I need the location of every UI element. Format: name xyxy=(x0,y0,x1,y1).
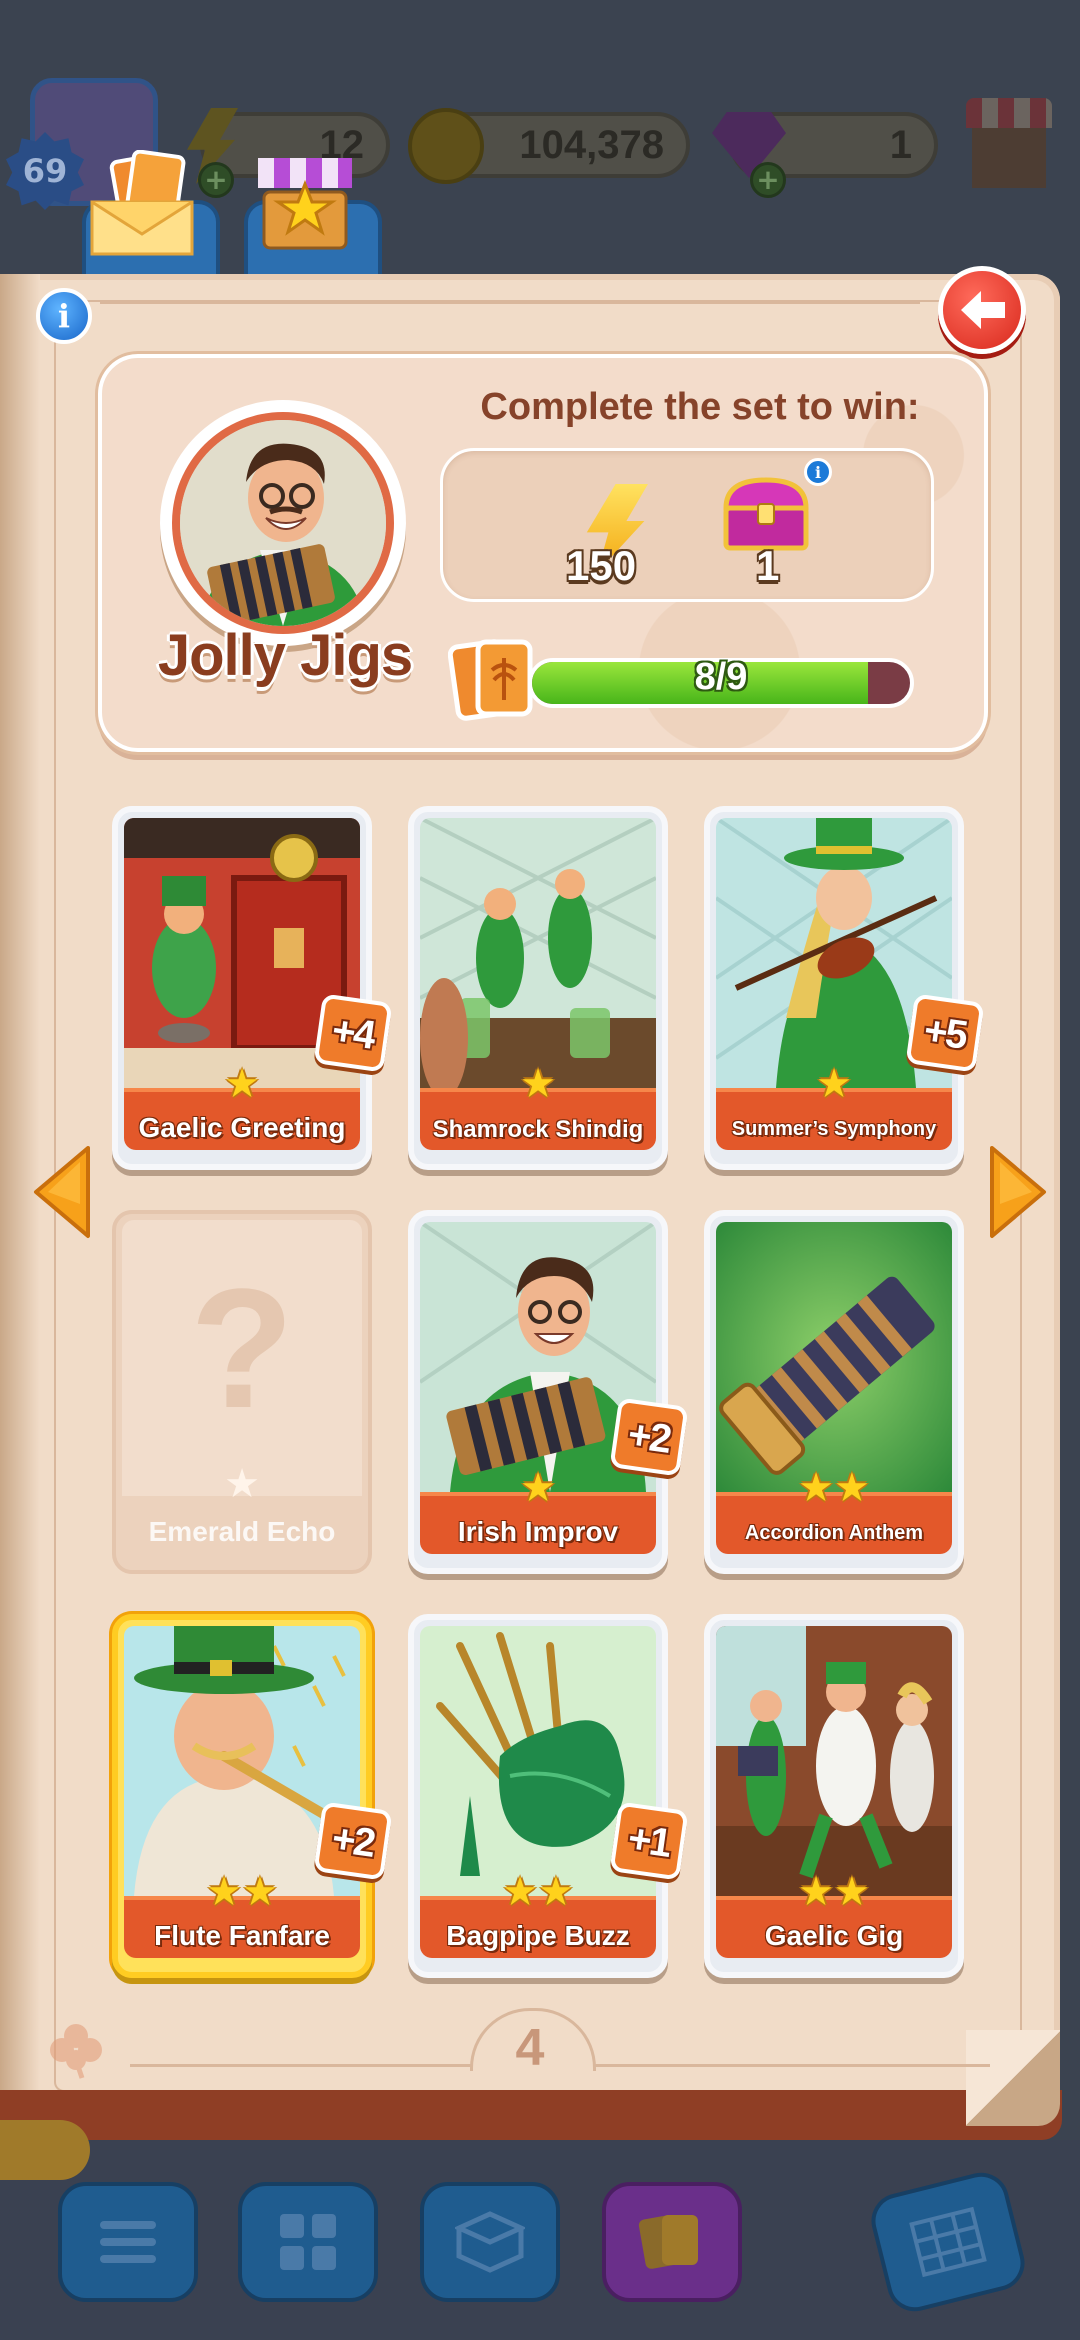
box-icon xyxy=(455,2211,525,2273)
duplicate-count-badge: +5 xyxy=(905,993,985,1073)
duplicate-count-badge: +2 xyxy=(609,1397,689,1477)
card-name: Shamrock Shindig xyxy=(432,1116,644,1143)
page-curl xyxy=(966,2030,1060,2126)
card-name: Gaelic Gig xyxy=(764,1920,904,1951)
card-stars: ★ xyxy=(224,1061,260,1107)
board-button[interactable] xyxy=(238,2182,378,2302)
level-number: 69 xyxy=(22,152,68,190)
info-button[interactable]: i xyxy=(36,288,92,344)
cards-button[interactable] xyxy=(602,2182,742,2302)
card-name: Emerald Echo xyxy=(148,1516,336,1547)
card-art xyxy=(420,818,656,1088)
duplicate-count-badge: +1 xyxy=(609,1801,689,1881)
card-stars: ★★ xyxy=(798,1869,870,1915)
card-name: Gaelic Greeting xyxy=(138,1112,346,1143)
back-arrow-icon xyxy=(961,291,1005,329)
card-name: Summer’s Symphony xyxy=(731,1118,937,1140)
top-divider xyxy=(100,302,920,304)
card-stars: ★ xyxy=(816,1061,852,1107)
set-portrait xyxy=(160,400,406,646)
set-title: Jolly Jigs xyxy=(157,622,414,689)
menu-button[interactable] xyxy=(58,2182,198,2302)
accordion-player-illustration xyxy=(180,420,386,626)
card-flute-fanfare[interactable]: ★★ Flute Fanfare +2 xyxy=(112,1614,393,1978)
question-mark-icon: ? xyxy=(190,1254,294,1444)
energy-reward-amount: 150 xyxy=(566,542,637,589)
previous-page-arrow-icon[interactable] xyxy=(32,1144,92,1240)
gems-value: 1 xyxy=(889,122,912,167)
card-shamrock-shindig[interactable]: ★ Shamrock Shindig xyxy=(408,806,668,1170)
cards-icon xyxy=(638,2215,698,2269)
card-stars: ★ xyxy=(224,1461,260,1507)
card-envelope-icon xyxy=(90,150,194,256)
close-button[interactable] xyxy=(938,266,1026,354)
card-stars: ★ xyxy=(520,1465,556,1511)
reward-box xyxy=(440,448,934,602)
card-accordion-anthem[interactable]: ★★ Accordion Anthem xyxy=(704,1210,964,1574)
card-art xyxy=(716,1222,952,1492)
next-page-arrow-icon[interactable] xyxy=(988,1144,1048,1240)
top-hud: 69 12 + 104,378 1 + xyxy=(0,0,1080,284)
card-stars: ★★ xyxy=(798,1465,870,1511)
chest-reward-amount: 1 xyxy=(756,542,780,589)
card-gaelic-greeting[interactable]: ★ Gaelic Greeting +4 xyxy=(112,806,393,1170)
clover-icon xyxy=(50,2024,102,2079)
hamburger-icon xyxy=(100,2221,156,2263)
card-gaelic-gig[interactable]: ★★ Gaelic Gig xyxy=(704,1614,964,1978)
book-cover xyxy=(0,2090,1062,2140)
inventory-button[interactable] xyxy=(420,2182,560,2302)
card-name: Flute Fanfare xyxy=(154,1920,330,1951)
shop-icon[interactable] xyxy=(966,98,1052,194)
card-name: Irish Improv xyxy=(457,1516,619,1547)
card-irish-improv[interactable]: ★ Irish Improv +2 xyxy=(408,1210,689,1574)
duplicate-count-badge: +4 xyxy=(313,993,393,1073)
duplicate-count-badge: +2 xyxy=(313,1801,393,1881)
coins-value: 104,378 xyxy=(519,122,664,167)
star-shop-icon xyxy=(258,158,352,250)
card-name: Bagpipe Buzz xyxy=(446,1920,630,1951)
card-summers-symphony[interactable]: ★ Summer’s Symphony +5 xyxy=(704,806,985,1170)
coin-icon xyxy=(408,108,484,184)
reward-heading: Complete the set to win: xyxy=(480,386,920,428)
card-art xyxy=(716,1626,952,1896)
card-emerald-echo-missing[interactable]: ? ★ Emerald Echo xyxy=(112,1210,372,1574)
info-icon: i xyxy=(57,297,71,335)
grid-icon xyxy=(280,2214,336,2270)
card-stars: ★★ xyxy=(502,1869,574,1915)
card-name: Accordion Anthem xyxy=(744,1522,924,1544)
add-gems-icon[interactable]: + xyxy=(750,162,786,198)
card-bagpipe-buzz[interactable]: ★★ Bagpipe Buzz +1 xyxy=(408,1614,689,1978)
add-energy-icon[interactable]: + xyxy=(198,162,234,198)
card-stars: ★ xyxy=(520,1061,556,1107)
tiles-icon xyxy=(909,2206,987,2278)
set-progress-label: 8/9 xyxy=(694,656,748,698)
card-stars: ★★ xyxy=(206,1869,278,1915)
side-decoration xyxy=(0,2120,90,2180)
page-number: 4 xyxy=(515,2019,545,2077)
chest-info-icon[interactable]: i xyxy=(804,458,832,486)
